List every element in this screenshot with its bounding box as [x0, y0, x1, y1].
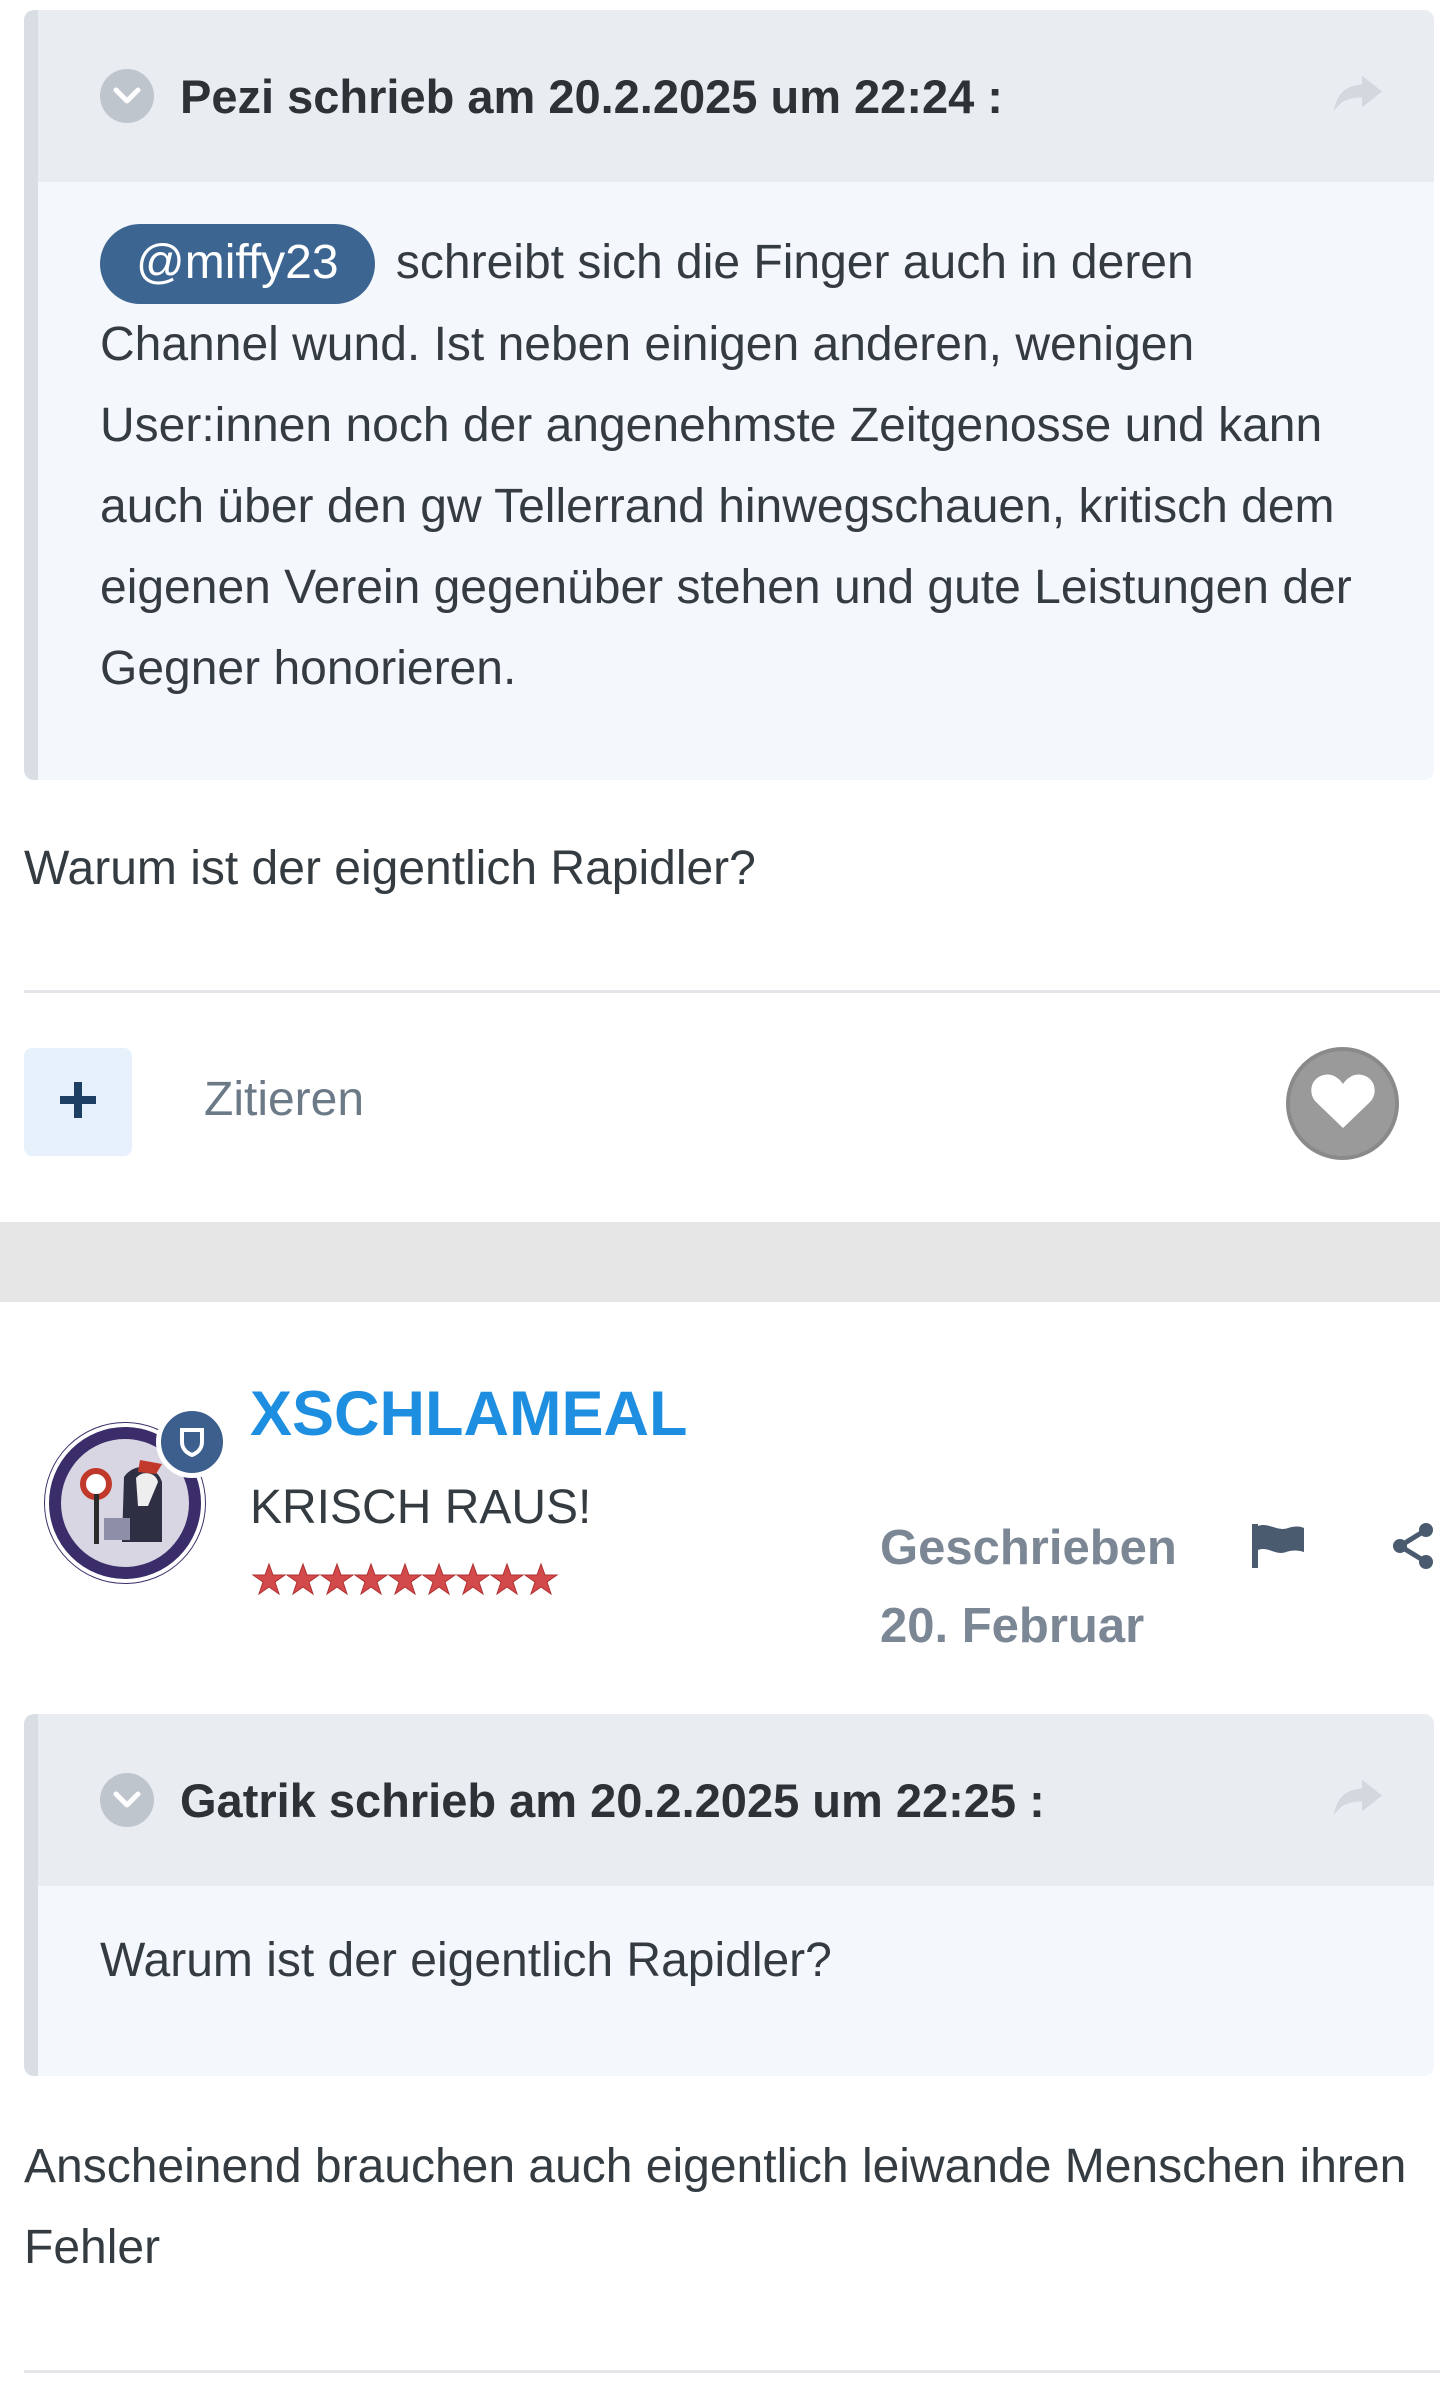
- user-mention[interactable]: @miffy23: [100, 224, 375, 304]
- rank-stars: [252, 1562, 564, 1598]
- quote-button[interactable]: Zitieren: [204, 1072, 364, 1127]
- author-title: KRISCH RAUS!: [250, 1481, 592, 1534]
- quote-text: schreibt sich die Finger auch in deren C…: [100, 236, 1352, 695]
- quote-header: Pezi schrieb am 20.2.2025 um 22:24 :: [38, 10, 1434, 182]
- quote-content: Warum ist der eigentlich Rapidler?: [38, 1886, 1434, 2001]
- post-separator: [0, 1222, 1440, 1302]
- post-content: Anscheinend brauchen auch eigentlich lei…: [24, 2140, 1407, 2274]
- heart-icon: [1310, 1072, 1376, 1135]
- divider: [24, 990, 1440, 993]
- share-icon[interactable]: [1390, 1522, 1438, 1575]
- quote-author-line: Gatrik schrieb am 20.2.2025 um 22:25 :: [180, 1773, 1045, 1827]
- quote-block: Gatrik schrieb am 20.2.2025 um 22:25 : W…: [24, 1714, 1434, 2076]
- quote-header: Gatrik schrieb am 20.2.2025 um 22:25 :: [38, 1714, 1434, 1886]
- chevron-down-icon[interactable]: [100, 69, 154, 123]
- divider: [24, 2370, 1440, 2373]
- posted-date[interactable]: 20. Februar: [880, 1598, 1144, 1654]
- plus-icon: [56, 1078, 100, 1127]
- author-name[interactable]: XSCHLAMEAL: [250, 1378, 688, 1450]
- add-button[interactable]: [24, 1048, 132, 1156]
- share-arrow-icon[interactable]: [1332, 1778, 1384, 1823]
- shield-icon: [156, 1406, 228, 1478]
- chevron-down-icon[interactable]: [100, 1773, 154, 1827]
- quote-author-line: Pezi schrieb am 20.2.2025 um 22:24 :: [180, 69, 1003, 123]
- share-arrow-icon[interactable]: [1332, 74, 1384, 119]
- post-content: Warum ist der eigentlich Rapidler?: [24, 842, 756, 895]
- quote-text: Warum ist der eigentlich Rapidler?: [100, 1934, 832, 1987]
- quote-block: Pezi schrieb am 20.2.2025 um 22:24 : @mi…: [24, 10, 1434, 780]
- posted-label: Geschrieben: [880, 1521, 1177, 1575]
- quote-content: @miffy23 schreibt sich die Finger auch i…: [38, 182, 1434, 709]
- flag-icon[interactable]: [1250, 1522, 1306, 1575]
- like-button[interactable]: [1286, 1047, 1399, 1160]
